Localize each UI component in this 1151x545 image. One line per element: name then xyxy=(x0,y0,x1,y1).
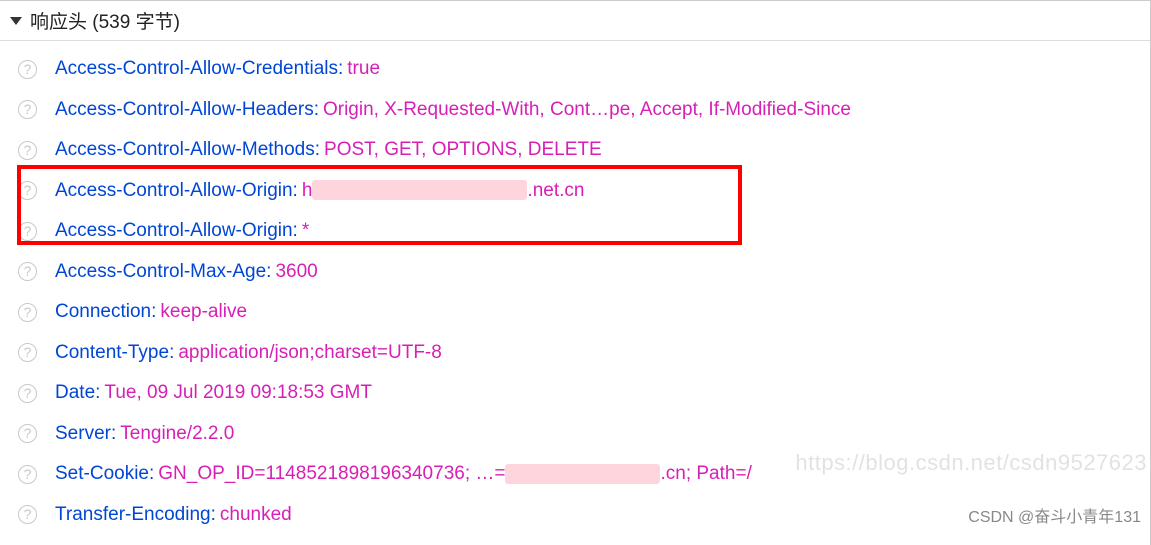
redacted-block xyxy=(505,464,660,484)
help-icon[interactable]: ? xyxy=(18,60,37,79)
help-icon[interactable]: ? xyxy=(18,465,37,484)
help-icon[interactable]: ? xyxy=(18,141,37,160)
header-value: Tue, 09 Jul 2019 09:18:53 GMT xyxy=(104,379,372,408)
redacted-block xyxy=(312,180,527,200)
help-icon[interactable]: ? xyxy=(18,424,37,443)
header-name: Set-Cookie: xyxy=(55,460,154,489)
header-value: chunked xyxy=(220,501,292,530)
header-row: ? Access-Control-Max-Age: 3600 xyxy=(0,252,1150,293)
header-row: ? Date: Tue, 09 Jul 2019 09:18:53 GMT xyxy=(0,373,1150,414)
header-value: true xyxy=(347,55,380,84)
header-value: application/json;charset=UTF-8 xyxy=(178,339,442,368)
value-prefix: h xyxy=(302,180,313,201)
header-row: ? Connection: keep-alive xyxy=(0,292,1150,333)
value-prefix: GN_OP_ID=1148521898196340736; …= xyxy=(158,463,505,484)
header-value: h .net.cn xyxy=(302,177,585,206)
header-row: ? Access-Control-Allow-Methods: POST, GE… xyxy=(0,130,1150,171)
header-name: Access-Control-Allow-Origin: xyxy=(55,177,298,206)
header-name: Transfer-Encoding: xyxy=(55,501,216,530)
header-row: ? Access-Control-Allow-Origin: * xyxy=(0,211,1150,252)
header-value: * xyxy=(302,217,309,246)
help-icon[interactable]: ? xyxy=(18,222,37,241)
headers-list: ? Access-Control-Allow-Credentials: true… xyxy=(0,41,1150,545)
attribution-text: CSDN @奋斗小青年131 xyxy=(968,503,1141,527)
header-row: ? Set-Cookie: GN_OP_ID=11485218981963407… xyxy=(0,454,1150,495)
header-name: Access-Control-Max-Age: xyxy=(55,258,271,287)
header-row: ? Access-Control-Allow-Credentials: true xyxy=(0,49,1150,90)
collapse-triangle-icon xyxy=(10,17,22,25)
header-name: Access-Control-Allow-Methods: xyxy=(55,136,320,165)
header-name: Access-Control-Allow-Origin: xyxy=(55,217,298,246)
header-row: ? Access-Control-Allow-Headers: Origin, … xyxy=(0,90,1150,131)
help-icon[interactable]: ? xyxy=(18,303,37,322)
header-name: Content-Type: xyxy=(55,339,174,368)
header-value: keep-alive xyxy=(160,298,247,327)
value-suffix: .cn; Path=/ xyxy=(660,463,751,484)
section-header[interactable]: 响应头 (539 字节) xyxy=(0,1,1150,41)
header-value: Origin, X-Requested-With, Cont…pe, Accep… xyxy=(323,96,851,125)
header-name: Connection: xyxy=(55,298,156,327)
header-row: ? Server: Tengine/2.2.0 xyxy=(0,414,1150,455)
header-name: Server: xyxy=(55,420,116,449)
header-row: ? Access-Control-Allow-Origin: h .net.cn xyxy=(0,171,1150,212)
value-suffix: .net.cn xyxy=(527,180,584,201)
help-icon[interactable]: ? xyxy=(18,343,37,362)
header-name: Access-Control-Allow-Headers: xyxy=(55,96,319,125)
header-value: GN_OP_ID=1148521898196340736; …= .cn; Pat… xyxy=(158,460,752,489)
response-headers-panel: 响应头 (539 字节) ? Access-Control-Allow-Cred… xyxy=(0,0,1151,545)
header-name: Date: xyxy=(55,379,100,408)
section-title: 响应头 (539 字节) xyxy=(30,7,180,34)
header-name: Access-Control-Allow-Credentials: xyxy=(55,55,343,84)
header-row: ? Content-Type: application/json;charset… xyxy=(0,333,1150,374)
help-icon[interactable]: ? xyxy=(18,505,37,524)
header-value: 3600 xyxy=(275,258,317,287)
header-value: Tengine/2.2.0 xyxy=(120,420,234,449)
help-icon[interactable]: ? xyxy=(18,181,37,200)
help-icon[interactable]: ? xyxy=(18,384,37,403)
header-value: POST, GET, OPTIONS, DELETE xyxy=(324,136,602,165)
help-icon[interactable]: ? xyxy=(18,262,37,281)
help-icon[interactable]: ? xyxy=(18,100,37,119)
